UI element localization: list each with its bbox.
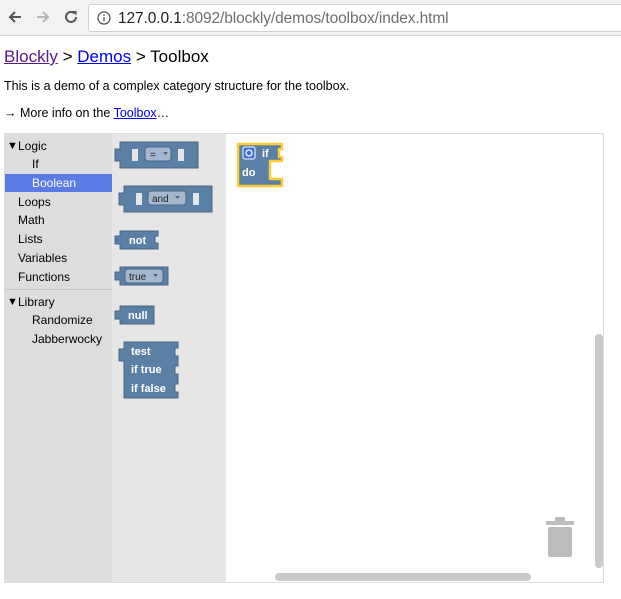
page-description: This is a demo of a complex category str… bbox=[4, 79, 350, 93]
ternary-test-text: test bbox=[131, 346, 151, 358]
category-label: Logic bbox=[18, 139, 47, 153]
boolean-block[interactable]: true bbox=[114, 266, 169, 286]
compare-operator-dropdown[interactable] bbox=[144, 146, 172, 162]
category-label: Math bbox=[18, 213, 45, 227]
category-randomize[interactable]: Randomize bbox=[5, 311, 112, 329]
trash-icon[interactable] bbox=[543, 515, 577, 561]
compare-block[interactable]: = bbox=[114, 141, 199, 169]
breadcrumb-separator: > bbox=[57, 47, 78, 66]
more-info-suffix: … bbox=[156, 106, 170, 120]
toolbox-separator bbox=[5, 289, 112, 290]
ternary-if-false-text: if false bbox=[131, 383, 166, 395]
page-title: Toolbox bbox=[150, 47, 209, 66]
more-info-prefix: → More info on the bbox=[4, 106, 114, 120]
gear-icon[interactable] bbox=[242, 146, 256, 160]
category-boolean[interactable]: Boolean bbox=[5, 174, 112, 192]
category-label: Randomize bbox=[32, 313, 93, 327]
negate-text: not bbox=[129, 235, 146, 247]
toolbox-link[interactable]: Toolbox bbox=[114, 106, 157, 120]
if-block[interactable]: if do bbox=[236, 142, 284, 188]
category-math[interactable]: Math bbox=[5, 211, 112, 229]
horizontal-scrollbar[interactable] bbox=[275, 573, 531, 581]
expanded-triangle-icon[interactable]: ▼ bbox=[7, 293, 18, 311]
operation-block[interactable]: and bbox=[118, 185, 213, 213]
breadcrumb-demos-link[interactable]: Demos bbox=[77, 47, 131, 66]
category-label: Functions bbox=[18, 270, 71, 284]
negate-block[interactable]: not bbox=[114, 230, 159, 250]
forward-arrow-icon[interactable] bbox=[34, 8, 52, 26]
back-arrow-icon[interactable] bbox=[6, 8, 24, 26]
category-jabberwocky[interactable]: Jabberwocky bbox=[5, 330, 112, 348]
url-path: :8092/blockly/demos/toolbox/index.html bbox=[181, 10, 449, 27]
category-library[interactable]: ▼ Library bbox=[5, 293, 112, 311]
flyout-blocks: = and not true null test if true if fals… bbox=[114, 141, 213, 399]
category-if[interactable]: If bbox=[5, 155, 112, 173]
operation-operator-text: and bbox=[152, 194, 169, 205]
category-logic[interactable]: ▼ Logic bbox=[5, 137, 112, 155]
do-text: do bbox=[242, 167, 256, 179]
breadcrumb: Blockly > Demos > Toolbox bbox=[4, 47, 209, 67]
more-info: → More info on the Toolbox… bbox=[4, 106, 169, 120]
category-label: Variables bbox=[18, 251, 68, 265]
breadcrumb-separator: > bbox=[131, 47, 151, 66]
ternary-block[interactable]: test if true if false bbox=[118, 341, 179, 399]
reload-icon[interactable] bbox=[62, 8, 80, 26]
category-label: Loops bbox=[18, 195, 51, 209]
category-label: Library bbox=[18, 295, 55, 309]
null-text: null bbox=[128, 310, 148, 322]
category-label: Jabberwocky bbox=[32, 332, 103, 346]
category-label: If bbox=[32, 157, 39, 171]
flyout: = and not true null test if true if fals… bbox=[112, 134, 226, 582]
url-host: 127.0.0.1 bbox=[118, 10, 182, 27]
category-lists[interactable]: Lists bbox=[5, 230, 112, 248]
null-block[interactable]: null bbox=[114, 305, 155, 325]
category-label: Lists bbox=[18, 232, 43, 246]
breadcrumb-blockly-link[interactable]: Blockly bbox=[4, 47, 58, 66]
category-functions[interactable]: Functions bbox=[5, 268, 112, 286]
category-loops[interactable]: Loops bbox=[5, 193, 112, 211]
info-icon[interactable] bbox=[97, 11, 111, 25]
boolean-value-text: true bbox=[129, 272, 147, 283]
address-bar[interactable]: 127.0.0.1:8092/blockly/demos/toolbox/ind… bbox=[88, 4, 621, 32]
category-label: Boolean bbox=[32, 176, 77, 190]
browser-toolbar: 127.0.0.1:8092/blockly/demos/toolbox/ind… bbox=[0, 0, 621, 36]
toolbox: ▼ Logic If Boolean Loops Math Lists Vari… bbox=[5, 134, 112, 582]
if-text: if bbox=[262, 148, 269, 160]
url-text: 127.0.0.1:8092/blockly/demos/toolbox/ind… bbox=[118, 10, 449, 28]
compare-operator-text: = bbox=[150, 150, 156, 161]
blockly-editor: ▼ Logic If Boolean Loops Math Lists Vari… bbox=[4, 133, 604, 583]
expanded-triangle-icon[interactable]: ▼ bbox=[7, 137, 18, 155]
category-variables[interactable]: Variables bbox=[5, 249, 112, 267]
ternary-if-true-text: if true bbox=[131, 364, 162, 376]
vertical-scrollbar[interactable] bbox=[595, 334, 603, 568]
